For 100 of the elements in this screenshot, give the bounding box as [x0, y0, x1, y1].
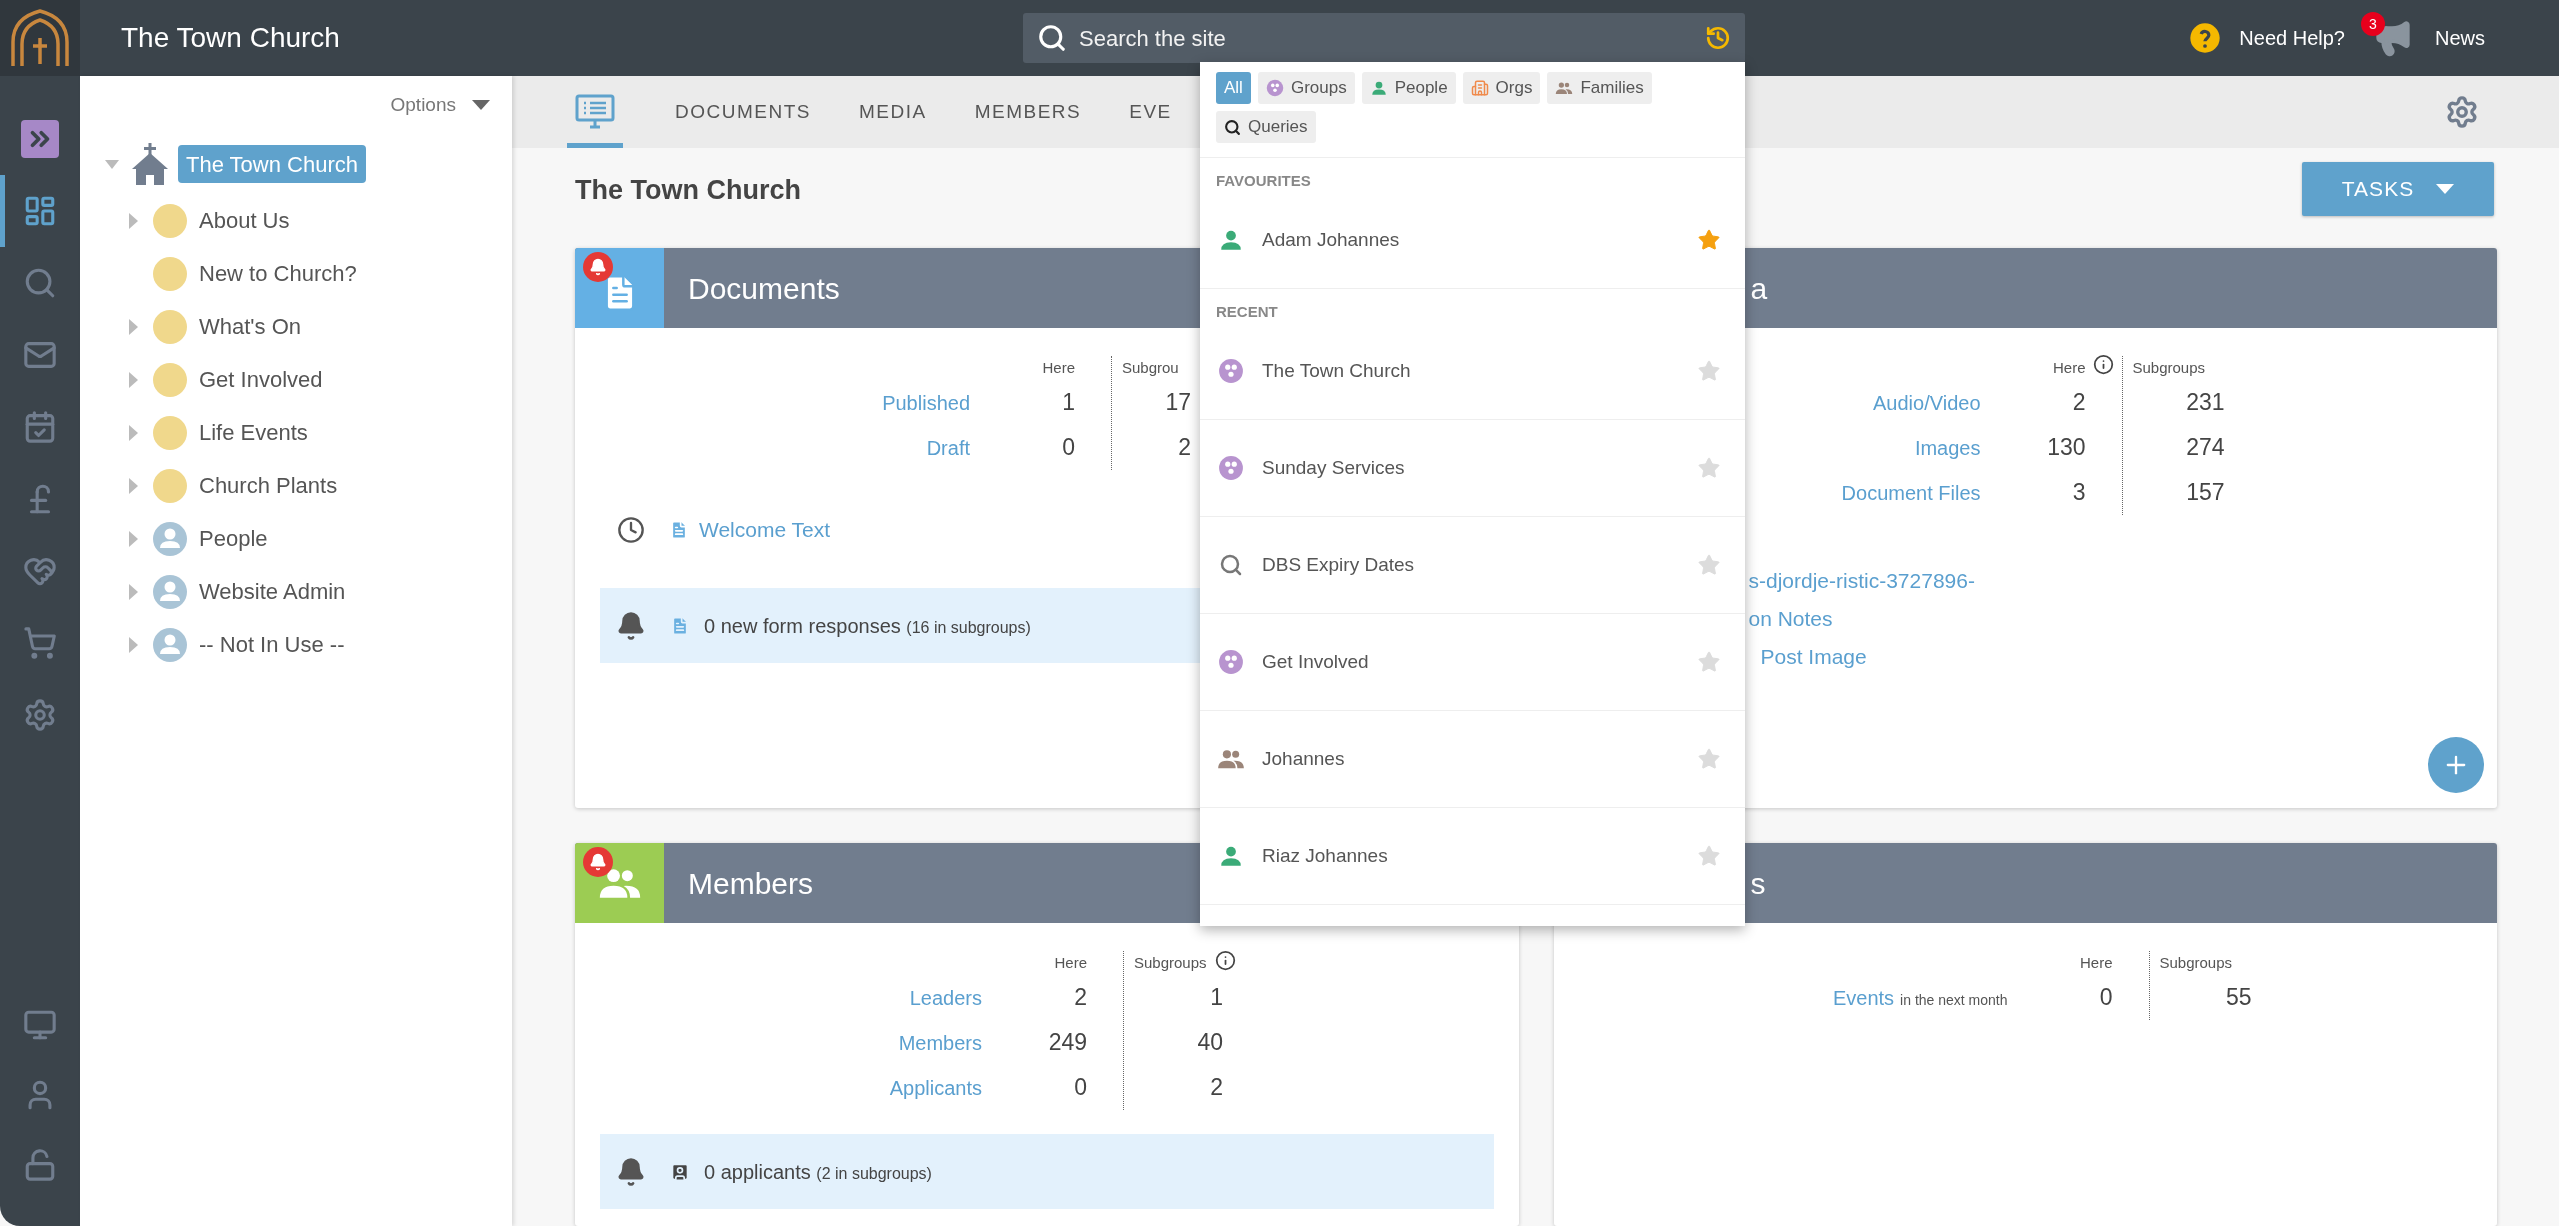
news-link[interactable]: News [2435, 23, 2485, 53]
person-icon [1369, 79, 1388, 97]
section-tab[interactable]: EVE [1105, 76, 1196, 148]
column-header: Subgrou [1122, 357, 1179, 378]
section-heading: RECENT [1215, 301, 1279, 322]
expand-caret-icon[interactable] [126, 424, 140, 441]
notification-badge: 3 [2361, 12, 2385, 36]
bell-icon [589, 258, 607, 276]
result-item[interactable]: Get Involved [1200, 614, 1745, 711]
expand-caret-icon[interactable] [126, 583, 140, 600]
section-heading: FAVOURITES [1215, 170, 1312, 191]
result-item[interactable]: DBS Expiry Dates [1200, 517, 1745, 614]
caret-icon [472, 100, 490, 110]
result-item[interactable]: Johannes [1200, 711, 1745, 808]
tree-item[interactable]: Get Involved [199, 363, 323, 396]
section-tab[interactable]: MEMBERS [950, 76, 1106, 148]
church-icon [130, 143, 170, 185]
search-bar[interactable]: Search the site [1023, 13, 1745, 63]
help-link[interactable]: Need Help? [2239, 23, 2345, 53]
stat-value: 17 [1165, 388, 1191, 418]
tree-item[interactable]: About Us [199, 204, 290, 237]
star-icon[interactable] [1697, 650, 1721, 674]
result-label: Johannes [1262, 746, 1346, 771]
stat-value: 249 [1048, 1028, 1087, 1057]
filter-chip[interactable]: Families [1547, 72, 1652, 104]
stat-value: 1 [1210, 983, 1223, 1013]
person-avatar-icon [153, 627, 187, 662]
monitor-icon [23, 1008, 57, 1042]
section-tab[interactable]: DOCUMENTS [651, 76, 835, 148]
search-icon [1037, 23, 1067, 53]
chevrons-icon [21, 120, 59, 158]
people-icon [1555, 79, 1574, 97]
tree-item[interactable]: Church Plants [199, 469, 338, 502]
search-icon [1219, 553, 1243, 577]
group-icon [1218, 455, 1244, 481]
site-title[interactable]: The Town Church [121, 22, 340, 53]
star-icon[interactable] [1697, 228, 1721, 252]
card-title: Documents [688, 270, 840, 307]
add-button[interactable] [2428, 737, 2484, 793]
column-header: Here [1054, 953, 1087, 973]
history-icon[interactable] [1705, 25, 1731, 51]
stat-value: 2 [1178, 433, 1191, 463]
stat-value: 274 [2186, 433, 2225, 463]
expand-caret-icon[interactable] [126, 371, 140, 388]
cart-icon [23, 626, 57, 660]
search-field[interactable]: Search the site [1079, 21, 1693, 55]
stat-label: Events in the next month [1832, 985, 2008, 1011]
filter-chip[interactable]: Groups [1257, 72, 1355, 104]
options-button[interactable]: Options [390, 90, 490, 120]
column-header: Here [2053, 358, 2086, 378]
star-icon[interactable] [1697, 844, 1721, 868]
result-item[interactable]: The Town Church [1200, 323, 1745, 420]
stat-value: 2 [2072, 388, 2086, 417]
clock-icon [617, 516, 645, 544]
stat-value: 0 [2099, 983, 2113, 1012]
result-item[interactable]: Sunday Services [1200, 420, 1745, 517]
stat-value: 2 [1210, 1073, 1223, 1103]
stat-value: 130 [2047, 433, 2086, 462]
tree-item[interactable]: People [199, 522, 268, 555]
tree-item[interactable]: Life Events [199, 416, 308, 449]
tree-item[interactable]: New to Church? [199, 257, 357, 290]
result-label: DBS Expiry Dates [1262, 552, 1416, 577]
star-icon[interactable] [1697, 553, 1721, 577]
settings-icon[interactable] [2445, 95, 2479, 129]
group-avatar-icon [153, 256, 187, 291]
info-icon[interactable] [1214, 949, 1236, 971]
expand-caret-icon[interactable] [126, 477, 140, 494]
result-item[interactable]: Riaz Johannes [1200, 808, 1745, 905]
page-title: The Town Church [575, 174, 801, 207]
person-avatar-icon [153, 574, 187, 609]
result-label: Sunday Services [1262, 455, 1406, 480]
filter-chip[interactable]: Orgs [1462, 72, 1541, 104]
stat-value: 0 [1074, 1073, 1087, 1102]
expand-caret-icon[interactable] [126, 530, 140, 547]
person-avatar-icon [153, 521, 187, 556]
filter-chip[interactable]: Queries [1216, 111, 1316, 143]
star-icon[interactable] [1697, 456, 1721, 480]
expand-caret-icon[interactable] [126, 636, 140, 653]
tree-item[interactable]: What's On [199, 310, 301, 343]
column-header: Subgroups [2132, 357, 2206, 378]
section-tab[interactable]: MEDIA [834, 76, 951, 148]
result-label: Adam Johannes [1262, 227, 1401, 252]
result-item[interactable]: Adam Johannes [1200, 192, 1745, 289]
filter-chip[interactable]: People [1361, 72, 1456, 104]
info-icon[interactable] [2093, 354, 2114, 375]
star-icon[interactable] [1697, 747, 1721, 771]
help-icon[interactable] [2189, 22, 2222, 54]
expand-caret-icon[interactable] [126, 318, 140, 335]
settings-icon [23, 698, 57, 732]
star-icon[interactable] [1697, 359, 1721, 383]
card-title: a [1750, 270, 1768, 307]
bell-icon [589, 853, 607, 871]
group-avatar-icon [153, 362, 187, 397]
stat-value: 40 [1197, 1028, 1223, 1058]
tree-item[interactable]: Website Admin [199, 575, 346, 608]
tree-item[interactable]: -- Not In Use -- [199, 628, 345, 661]
result-label: The Town Church [1262, 358, 1412, 383]
stat-value: 0 [1062, 433, 1075, 462]
card-title: s [1750, 865, 1766, 902]
expand-caret-icon[interactable] [126, 212, 140, 229]
